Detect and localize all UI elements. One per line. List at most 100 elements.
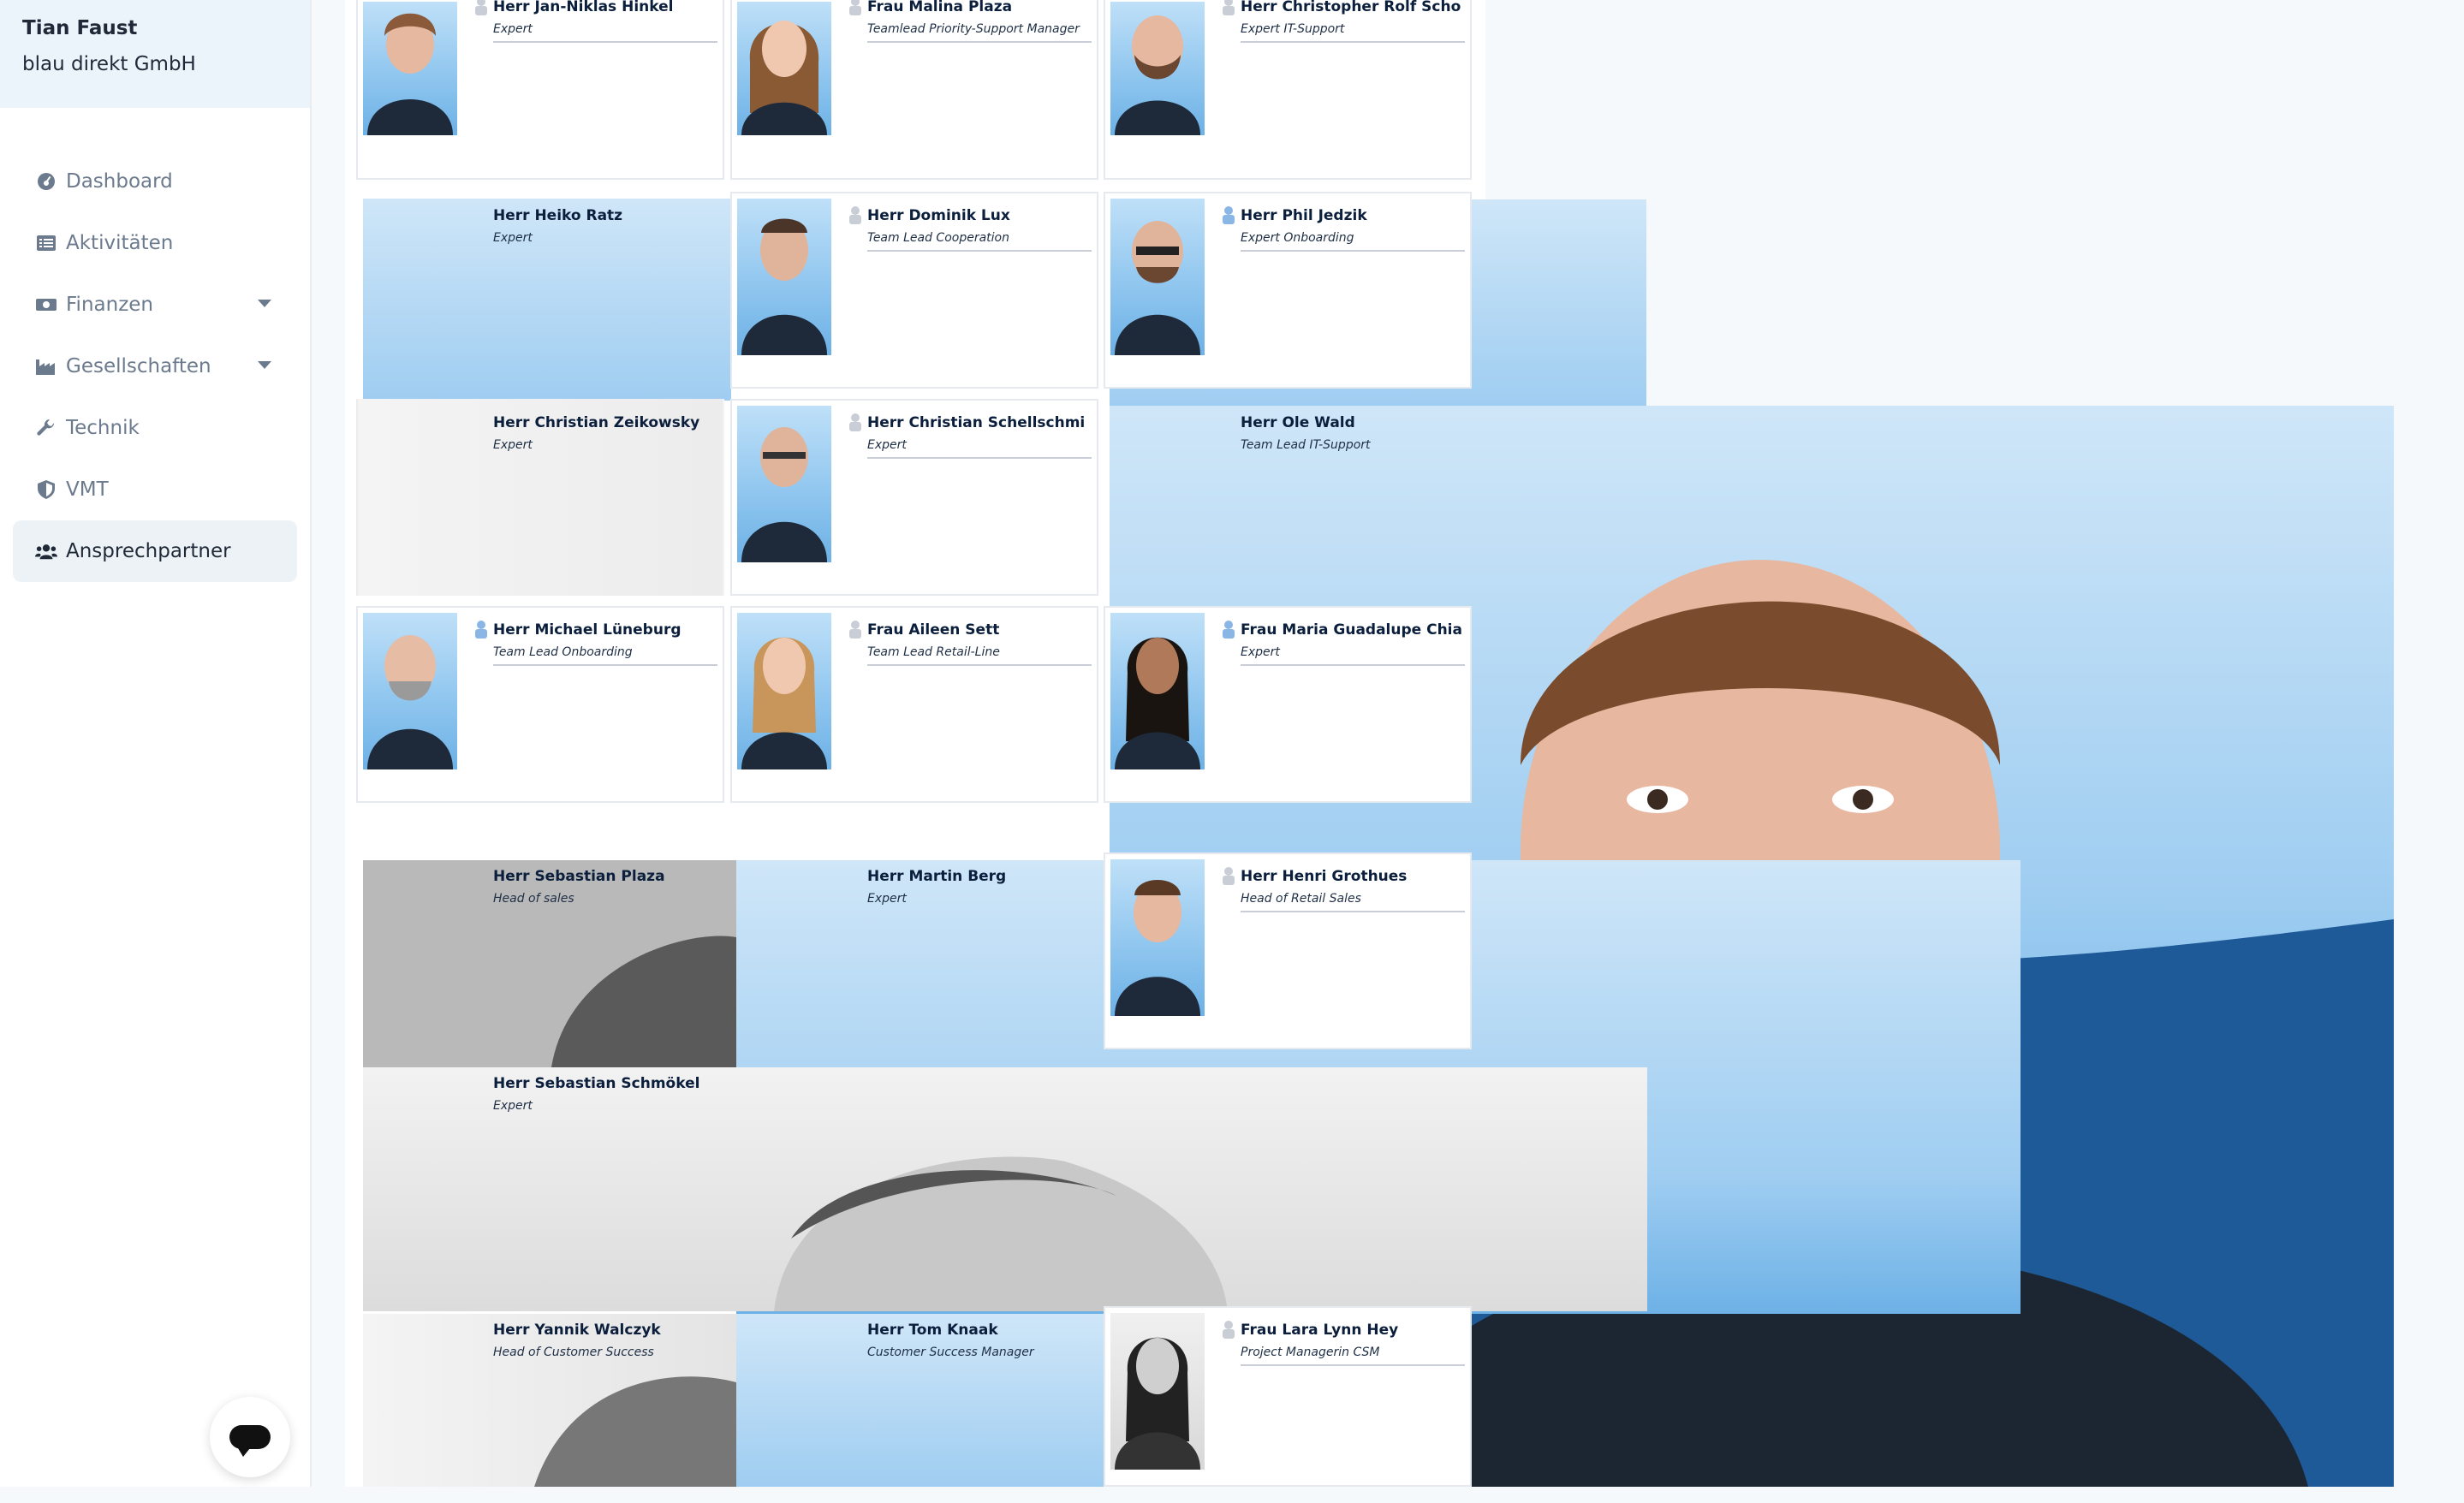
list-icon xyxy=(35,232,57,254)
user-status-icon xyxy=(849,413,861,431)
sidebar-item-label: VMT xyxy=(66,478,109,501)
contact-card[interactable]: Herr Phil Jedzik Expert Onboarding xyxy=(1104,192,1472,389)
user-name: Tian Faust xyxy=(22,17,138,39)
shield-icon xyxy=(35,478,57,501)
contact-card[interactable]: Herr Martin Berg Expert xyxy=(730,852,1098,1049)
user-status-icon xyxy=(1223,1321,1235,1339)
user-status-icon xyxy=(475,621,487,639)
contact-name: Herr Phil Jedzik xyxy=(1241,207,1367,224)
sidebar-item-technik[interactable]: Technik xyxy=(13,397,297,459)
contact-title: Expert xyxy=(493,438,533,452)
sidebar-item-label: Dashboard xyxy=(66,170,173,193)
chat-button[interactable] xyxy=(210,1397,290,1477)
contact-name: Herr Tom Knaak xyxy=(867,1322,998,1339)
contact-title: Expert IT-Support xyxy=(1241,22,1345,36)
contact-card[interactable]: Frau Lara Lynn Hey Project Managerin CSM xyxy=(1104,1306,1472,1487)
sidebar-item-label: Gesellschaften xyxy=(66,355,211,377)
contact-title: Expert xyxy=(1241,645,1280,659)
user-box: Tian Faust blau direkt GmbH xyxy=(0,0,310,108)
contact-name: Herr Yannik Walczyk xyxy=(493,1322,661,1339)
contact-title: Expert xyxy=(493,22,533,36)
contact-card[interactable]: Frau Malina Plaza Teamlead Priority-Suppo… xyxy=(730,0,1098,180)
chat-icon xyxy=(229,1425,271,1457)
contact-photo xyxy=(363,2,457,135)
user-status-icon xyxy=(1223,621,1235,639)
contact-title: Head of Retail Sales xyxy=(1241,892,1361,906)
dashboard-icon xyxy=(35,170,57,193)
sidebar-item-dashboard[interactable]: Dashboard xyxy=(13,151,297,212)
contact-photo xyxy=(737,2,831,135)
contact-card[interactable]: Herr Jan-Niklas Hinkel Expert xyxy=(356,0,724,180)
contact-card[interactable]: Herr Michael Lüneburg Team Lead Onboardin… xyxy=(356,606,724,803)
sidebar-item-ansprechpartner[interactable]: Ansprechpartner xyxy=(13,520,297,582)
contact-card[interactable]: Herr Yannik Walczyk Head of Customer Succ… xyxy=(356,1306,724,1503)
user-company: blau direkt GmbH xyxy=(22,53,196,75)
factory-icon xyxy=(35,355,57,377)
contact-photo xyxy=(1110,613,1205,769)
contact-photo xyxy=(1110,859,1205,1016)
chevron-down-icon[interactable] xyxy=(258,300,271,307)
chevron-down-icon[interactable] xyxy=(258,361,271,369)
contact-name: Herr Jan-Niklas Hinkel xyxy=(493,0,674,15)
contact-title: Team Lead Retail-Line xyxy=(867,645,1000,659)
user-status-icon xyxy=(849,206,861,224)
users-icon xyxy=(35,540,57,562)
contact-name: Frau Maria Guadalupe Chia xyxy=(1241,621,1462,639)
contact-title: Head of Customer Success xyxy=(493,1346,654,1359)
contact-name: Frau Malina Plaza xyxy=(867,0,1013,15)
sidebar-item-finanzen[interactable]: Finanzen xyxy=(13,274,297,336)
sidebar-item-label: Ansprechpartner xyxy=(66,540,231,562)
sidebar-item-gesellschaften[interactable]: Gesellschaften xyxy=(13,336,297,397)
sidebar-item-label: Aktivitäten xyxy=(66,232,174,254)
contact-title: Expert xyxy=(867,438,907,452)
contact-card[interactable]: Herr Christopher Rolf Scho Expert IT-Supp… xyxy=(1104,0,1472,180)
contact-name: Herr Dominik Lux xyxy=(867,207,1010,224)
user-status-icon xyxy=(1223,867,1235,885)
contact-name: Frau Lara Lynn Hey xyxy=(1241,1322,1399,1339)
contact-title: Team Lead Onboarding xyxy=(493,645,633,659)
user-status-icon xyxy=(1223,206,1235,224)
contact-card[interactable]: Herr Sebastian Schmökel Expert xyxy=(356,1060,724,1256)
contact-card[interactable]: Herr Tom Knaak Customer Success Manager xyxy=(730,1306,1098,1503)
contact-photo xyxy=(737,406,831,562)
contact-card[interactable]: Herr Ole Wald Team Lead IT-Support xyxy=(1104,399,1472,596)
contact-name: Frau Aileen Sett xyxy=(867,621,1000,639)
contact-title: Head of sales xyxy=(493,892,574,906)
contact-photo xyxy=(737,199,831,355)
user-status-icon xyxy=(475,0,487,15)
contact-name: Herr Christian Schellschmi xyxy=(867,414,1086,431)
contact-card[interactable]: Herr Christian Zeikowsky Expert xyxy=(356,399,724,596)
contact-name: Herr Martin Berg xyxy=(867,868,1007,885)
contact-name: Herr Henri Grothues xyxy=(1241,868,1408,885)
sidebar-item-aktivitaeten[interactable]: Aktivitäten xyxy=(13,212,297,274)
contact-name: Herr Heiko Ratz xyxy=(493,207,623,224)
sidebar-item-label: Technik xyxy=(66,417,140,439)
contact-title: Teamlead Priority-Support Manager xyxy=(867,22,1080,36)
contact-title: Project Managerin CSM xyxy=(1241,1346,1380,1359)
sidebar-item-vmt[interactable]: VMT xyxy=(13,459,297,520)
contact-name: Herr Sebastian Plaza xyxy=(493,868,665,885)
sidebar-nav: Dashboard Aktivitäten Finanzen Gesellsch… xyxy=(0,108,310,582)
contact-title: Expert Onboarding xyxy=(1241,231,1354,245)
contact-photo xyxy=(737,613,831,769)
contact-title: Expert xyxy=(493,1099,533,1113)
contact-card[interactable]: Frau Maria Guadalupe Chia Expert xyxy=(1104,606,1472,803)
contact-photo xyxy=(1110,199,1205,355)
contact-title: Expert xyxy=(493,231,533,245)
contact-card[interactable]: Herr Dominik Lux Team Lead Cooperation xyxy=(730,192,1098,389)
contact-photo xyxy=(363,613,457,769)
contact-card[interactable]: Frau Aileen Sett Team Lead Retail-Line xyxy=(730,606,1098,803)
user-status-icon xyxy=(849,621,861,639)
contact-title: Customer Success Manager xyxy=(867,1346,1034,1359)
wrench-icon xyxy=(35,417,57,439)
contact-card[interactable]: Herr Christian Schellschmi Expert xyxy=(730,399,1098,596)
sidebar-item-label: Finanzen xyxy=(66,294,153,316)
contact-card[interactable]: Herr Heiko Ratz Expert xyxy=(356,192,731,401)
contact-name: Herr Ole Wald xyxy=(1241,414,1355,431)
contact-name: Herr Christian Zeikowsky xyxy=(493,414,700,431)
contact-card[interactable]: Herr Sebastian Plaza Head of sales xyxy=(356,852,724,1049)
contact-name: Herr Christopher Rolf Scho xyxy=(1241,0,1461,15)
contact-photo xyxy=(1110,2,1205,135)
user-status-icon xyxy=(849,0,861,15)
contact-card[interactable]: Herr Henri Grothues Head of Retail Sales xyxy=(1104,852,1472,1049)
